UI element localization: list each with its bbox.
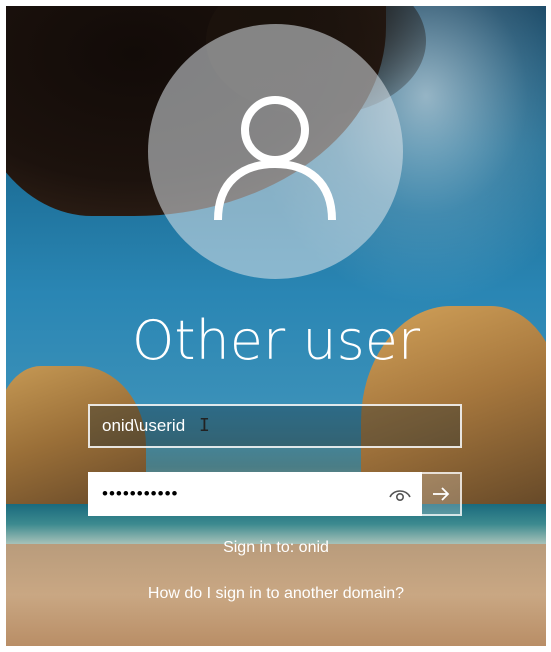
password-field[interactable] [88, 472, 422, 516]
other-domain-link[interactable]: How do I sign in to another domain? [6, 582, 546, 606]
eye-icon [389, 490, 411, 502]
username-field[interactable] [88, 404, 462, 448]
reveal-password-button[interactable] [384, 478, 416, 510]
lock-screen: Other user I Sign in to: onid How do I s… [6, 6, 546, 646]
submit-button[interactable] [422, 472, 462, 516]
user-display-name: Other user [131, 309, 421, 372]
user-avatar [148, 24, 403, 279]
sign-in-domain-text: Sign in to: onid [223, 539, 329, 556]
arrow-right-icon [433, 487, 450, 501]
user-avatar-icon [214, 96, 336, 221]
password-row [88, 472, 462, 516]
